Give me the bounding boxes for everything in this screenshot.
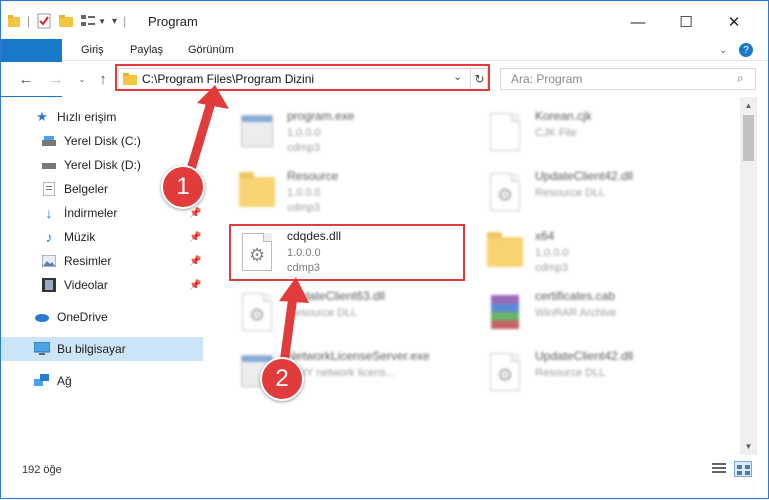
annotation-arrows — [184, 85, 309, 368]
step-2-badge: 2 — [260, 357, 304, 401]
step-1-badge: 1 — [161, 165, 205, 209]
explorer-window: | ▼ ▾ | Program — ☐ ✕ Dosya Giriş Paylaş… — [0, 0, 769, 499]
